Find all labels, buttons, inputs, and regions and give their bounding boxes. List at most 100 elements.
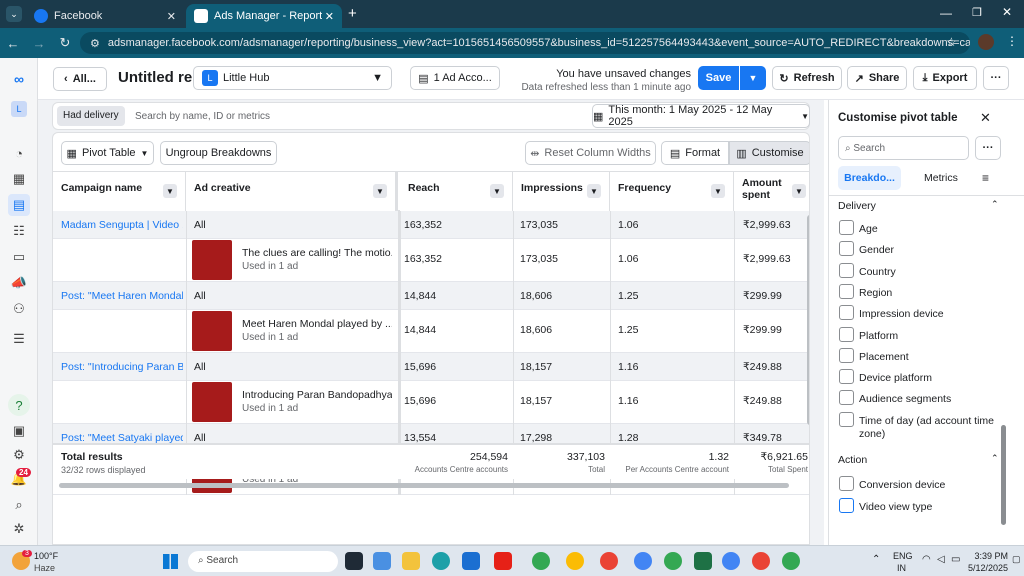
delivery-section-header[interactable]: Delivery: [838, 200, 876, 212]
format-button[interactable]: ▤ Format: [661, 141, 729, 165]
share-button[interactable]: ↗ Share: [847, 66, 907, 90]
back-icon[interactable]: ←: [0, 36, 26, 51]
breakdown-checkbox[interactable]: [839, 262, 854, 278]
volume-icon[interactable]: ◁: [937, 554, 945, 565]
chrome-profile-icon[interactable]: [600, 552, 618, 570]
table-icon[interactable]: ▦: [8, 168, 30, 190]
column-header-reach[interactable]: Reach ▼: [400, 172, 513, 212]
column-header-impressions[interactable]: Impressions ▼: [513, 172, 610, 212]
breakdown-checkbox[interactable]: [839, 305, 854, 321]
breakdown-checkbox[interactable]: [839, 326, 854, 342]
column-header-frequency[interactable]: Frequency ▼: [610, 172, 734, 212]
panel-scrollbar[interactable]: [1001, 425, 1006, 525]
table-row[interactable]: Post: "Meet Haren Mondal... All 14,844 18,6…: [53, 282, 809, 310]
report-title[interactable]: Untitled re: [118, 69, 192, 86]
chrome-profile-icon[interactable]: [752, 552, 770, 570]
breakdown-option-label[interactable]: Gender: [859, 244, 994, 257]
tab-breakdowns[interactable]: Breakdo...: [838, 166, 901, 190]
close-window-icon[interactable]: ✕: [1002, 5, 1012, 19]
sort-caret-icon[interactable]: ▼: [711, 184, 725, 198]
refresh-button[interactable]: ↻ Refresh: [772, 66, 842, 90]
chrome-profile-icon[interactable]: [566, 552, 584, 570]
events-icon[interactable]: ⚇: [8, 298, 30, 320]
browser-menu-icon[interactable]: ⋮: [1006, 34, 1018, 48]
campaign-name-cell[interactable]: Post: "Meet Haren Mondal...: [61, 290, 183, 302]
task-view-icon[interactable]: [345, 552, 363, 570]
collapse-delivery-icon[interactable]: ⌃: [991, 199, 999, 210]
table-row[interactable]: Madam Sengupta | Video ... All 163,352 173,…: [53, 211, 809, 239]
panel-more-button[interactable]: ···: [975, 136, 1001, 160]
forward-icon[interactable]: →: [26, 36, 52, 51]
reload-icon[interactable]: ↻: [52, 35, 78, 51]
ungroup-breakdowns-button[interactable]: Ungroup Breakdowns: [160, 141, 277, 165]
clock-date[interactable]: 5/12/2025: [958, 563, 1008, 573]
settings-icon[interactable]: ⚙: [8, 444, 30, 466]
dashboard-icon[interactable]: ◔: [8, 142, 30, 164]
meta-logo-icon[interactable]: ∞: [8, 68, 30, 90]
breakdown-option-label[interactable]: Platform: [859, 330, 994, 343]
breakdown-checkbox[interactable]: [839, 390, 854, 406]
help-icon[interactable]: ?: [8, 394, 30, 416]
language-region[interactable]: IN: [897, 563, 906, 573]
reset-column-widths-button[interactable]: ⇹ Reset Column Widths: [525, 141, 656, 165]
close-panel-icon[interactable]: ✕: [980, 110, 991, 126]
campaign-name-cell[interactable]: Madam Sengupta | Video ...: [61, 219, 183, 231]
profile-avatar[interactable]: [978, 34, 994, 50]
chrome-profile-icon[interactable]: [664, 552, 682, 570]
sort-caret-icon[interactable]: ▼: [490, 184, 504, 198]
breakdown-checkbox[interactable]: [839, 241, 854, 257]
date-range-picker[interactable]: ▦ This month: 1 May 2025 - 12 May 2025 ▼: [592, 104, 810, 128]
breakdown-checkbox[interactable]: [839, 497, 854, 513]
horizontal-scrollbar[interactable]: [59, 483, 789, 488]
all-reports-button[interactable]: ‹ All...: [53, 67, 107, 91]
action-section-header[interactable]: Action: [838, 454, 867, 466]
column-header-ad-creative[interactable]: Ad creative ▼: [186, 172, 398, 212]
breakdown-option-label[interactable]: Region: [859, 287, 994, 300]
taskbar-search[interactable]: ⌕ Search: [188, 551, 338, 572]
breakdown-option-label[interactable]: Age: [859, 223, 994, 236]
breakdown-option-label[interactable]: Placement: [859, 351, 994, 364]
edge-icon[interactable]: [432, 552, 450, 570]
pivot-table-dropdown[interactable]: ▦ Pivot Table ▼: [61, 141, 154, 165]
account-avatar[interactable]: L: [8, 98, 30, 120]
restore-icon[interactable]: ❐: [972, 6, 982, 19]
tab-facebook[interactable]: Facebook ✕: [26, 4, 184, 28]
table-row[interactable]: The clues are calling! The motio... Used …: [53, 239, 809, 282]
creative-thumbnail[interactable]: [192, 382, 232, 422]
ad-creative-cell[interactable]: The clues are calling! The motio...: [242, 247, 392, 259]
breakdown-option-label[interactable]: Device platform: [859, 372, 994, 385]
breakdown-option-label[interactable]: Time of day (ad account time zone): [859, 415, 994, 441]
filter-list-icon[interactable]: ≡: [982, 171, 989, 185]
mail-icon[interactable]: [462, 552, 480, 570]
tray-chevron-icon[interactable]: ⌃: [872, 554, 880, 565]
site-info-icon[interactable]: ⚙: [90, 37, 100, 50]
campaign-name-cell[interactable]: Post: "Introducing Paran B...: [61, 361, 183, 373]
sort-caret-icon[interactable]: ▼: [792, 184, 806, 198]
search-icon[interactable]: ⌕: [8, 494, 30, 516]
file-explorer-icon[interactable]: [402, 552, 420, 570]
all-tools-icon[interactable]: ☰: [8, 328, 30, 350]
breakdown-checkbox[interactable]: [839, 283, 854, 299]
column-header-amount-spent[interactable]: Amount spent ▼: [734, 172, 809, 212]
creative-thumbnail[interactable]: [192, 240, 232, 280]
table-row[interactable]: Post: "Introducing Paran B... All 15,696 18…: [53, 353, 809, 381]
chrome-profile-icon[interactable]: [782, 552, 800, 570]
ad-account-selector[interactable]: ▤ 1 Ad Acco...: [410, 66, 500, 90]
ad-creative-cell[interactable]: Meet Haren Mondal played by ...: [242, 318, 392, 330]
breakdown-option-label[interactable]: Country: [859, 266, 994, 279]
panel-search-input[interactable]: ⌕ Search: [838, 136, 969, 160]
bug-report-icon[interactable]: ✲: [8, 518, 30, 540]
widgets-icon[interactable]: [373, 552, 391, 570]
billing-icon[interactable]: ▭: [8, 246, 30, 268]
breakdown-option-label[interactable]: Conversion device: [859, 479, 945, 491]
campaigns-icon[interactable]: 📣: [8, 272, 30, 294]
breakdown-checkbox[interactable]: [839, 411, 854, 427]
breakdown-option-label[interactable]: Audience segments: [859, 393, 994, 406]
chrome-profile-icon[interactable]: [722, 552, 740, 570]
breakdown-checkbox[interactable]: [839, 347, 854, 363]
chrome-icon[interactable]: [532, 552, 550, 570]
excel-icon[interactable]: [694, 552, 712, 570]
sort-caret-icon[interactable]: ▼: [373, 184, 387, 198]
breakdown-checkbox[interactable]: [839, 220, 854, 235]
clock-time[interactable]: 3:39 PM: [958, 551, 1008, 561]
